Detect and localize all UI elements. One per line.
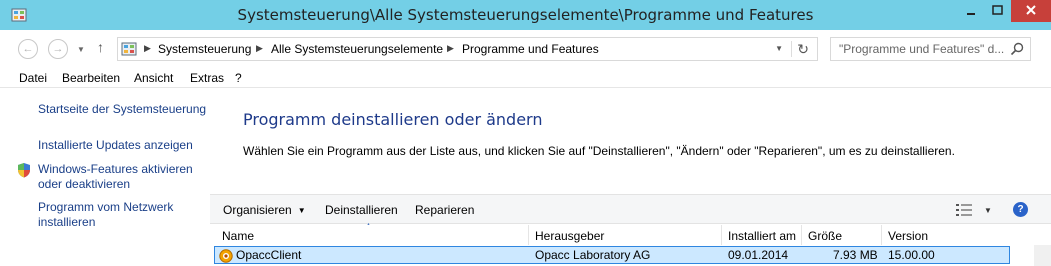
sidebar-link-control-panel-home[interactable]: Startseite der Systemsteuerung [38, 102, 206, 117]
minimize-icon [967, 13, 975, 15]
minimize-button[interactable] [958, 0, 984, 22]
sidebar: Startseite der Systemsteuerung Installie… [0, 88, 210, 266]
recent-locations-chevron-icon[interactable]: ▼ [77, 45, 85, 54]
address-bar[interactable]: ▶ Systemsteuerung ▶ Alle Systemsteuerung… [117, 37, 818, 61]
view-chevron-down-icon[interactable]: ▼ [984, 206, 992, 215]
menu-edit[interactable]: Bearbeiten [62, 71, 120, 85]
column-header-version[interactable]: Version [882, 225, 1010, 245]
vertical-scrollbar[interactable] [1034, 245, 1051, 266]
sidebar-link-label: Programm vom Netzwerk [38, 200, 174, 214]
organize-label: Organisieren [223, 203, 292, 217]
column-header-name[interactable]: Name [216, 225, 529, 245]
column-header-size[interactable]: Größe [802, 225, 882, 245]
refresh-icon[interactable]: ↻ [797, 41, 809, 58]
column-header-installed[interactable]: Installiert am [722, 225, 802, 245]
cell-name: OpaccClient [236, 248, 302, 262]
control-panel-icon [121, 42, 137, 56]
window-title: Systemsteuerung\Alle Systemsteuerungsele… [237, 6, 814, 24]
chevron-right-icon[interactable]: ▶ [447, 43, 454, 54]
forward-button[interactable]: → [48, 39, 68, 59]
repair-button[interactable]: Reparieren [415, 203, 474, 217]
title-bar: Systemsteuerung\Alle Systemsteuerungsele… [0, 0, 1051, 30]
close-button[interactable] [1011, 0, 1051, 22]
back-arrow-icon: ← [22, 43, 34, 55]
divider [791, 41, 792, 57]
uninstall-button[interactable]: Deinstallieren [325, 203, 398, 217]
search-icon[interactable] [1010, 42, 1024, 56]
menu-extras[interactable]: Extras [190, 71, 224, 85]
address-dropdown-chevron-icon[interactable]: ▼ [775, 44, 783, 53]
cell-size: 7.93 MB [833, 248, 878, 262]
shield-icon [18, 163, 30, 178]
menu-bar: Datei Bearbeiten Ansicht Extras ? [0, 66, 1051, 88]
chevron-right-icon[interactable]: ▶ [256, 43, 263, 54]
cell-installed: 09.01.2014 [728, 248, 789, 262]
navigation-bar: ← → ▼ ↑ ▶ Systemsteuerung ▶ Alle Systems… [0, 30, 1051, 66]
breadcrumb-item[interactable]: Systemsteuerung [158, 42, 251, 56]
view-options-icon[interactable] [956, 204, 972, 216]
table-row[interactable]: OpaccClient Opacc Laboratory AG 09.01.20… [214, 246, 1010, 264]
sidebar-link-installed-updates[interactable]: Installierte Updates anzeigen [38, 138, 193, 153]
page-title: Programm deinstallieren oder ändern [243, 110, 543, 129]
search-input[interactable] [831, 38, 1009, 60]
maximize-icon [992, 5, 1003, 15]
opacc-app-icon [219, 249, 233, 263]
cell-publisher: Opacc Laboratory AG [535, 248, 651, 262]
up-arrow-icon[interactable]: ↑ [97, 39, 104, 55]
menu-file[interactable]: Datei [19, 71, 47, 85]
command-bar: Organisieren ▼ Deinstallieren Reparieren … [210, 194, 1051, 224]
sidebar-link-label: Windows-Features aktivieren [38, 162, 193, 176]
breadcrumb-item[interactable]: Alle Systemsteuerungselemente [271, 42, 443, 56]
chevron-down-icon: ▼ [297, 206, 306, 215]
search-box[interactable] [830, 37, 1031, 61]
maximize-button[interactable] [984, 0, 1011, 22]
column-header-row: Name Herausgeber Installiert am Größe Ve… [210, 225, 1010, 245]
sidebar-link-windows-features[interactable]: Windows-Features aktivieren oder deaktiv… [38, 162, 193, 192]
close-icon [1026, 5, 1036, 15]
instructions-text: Wählen Sie ein Programm aus der Liste au… [243, 144, 955, 158]
help-icon[interactable]: ? [1013, 202, 1028, 217]
menu-view[interactable]: Ansicht [134, 71, 173, 85]
column-header-publisher[interactable]: Herausgeber [529, 225, 722, 245]
back-button[interactable]: ← [18, 39, 38, 59]
sidebar-link-label: oder deaktivieren [38, 177, 131, 191]
main-content: Programm deinstallieren oder ändern Wähl… [210, 88, 1051, 266]
forward-arrow-icon: → [52, 43, 64, 55]
cell-version: 15.00.00 [888, 248, 935, 262]
chevron-right-icon[interactable]: ▶ [144, 43, 151, 54]
sidebar-link-install-from-network[interactable]: Programm vom Netzwerk installieren [38, 200, 173, 230]
breadcrumb-item[interactable]: Programme und Features [462, 42, 599, 56]
organize-button[interactable]: Organisieren ▼ [223, 203, 306, 217]
sidebar-link-label: installieren [38, 215, 96, 229]
menu-help[interactable]: ? [235, 71, 242, 85]
